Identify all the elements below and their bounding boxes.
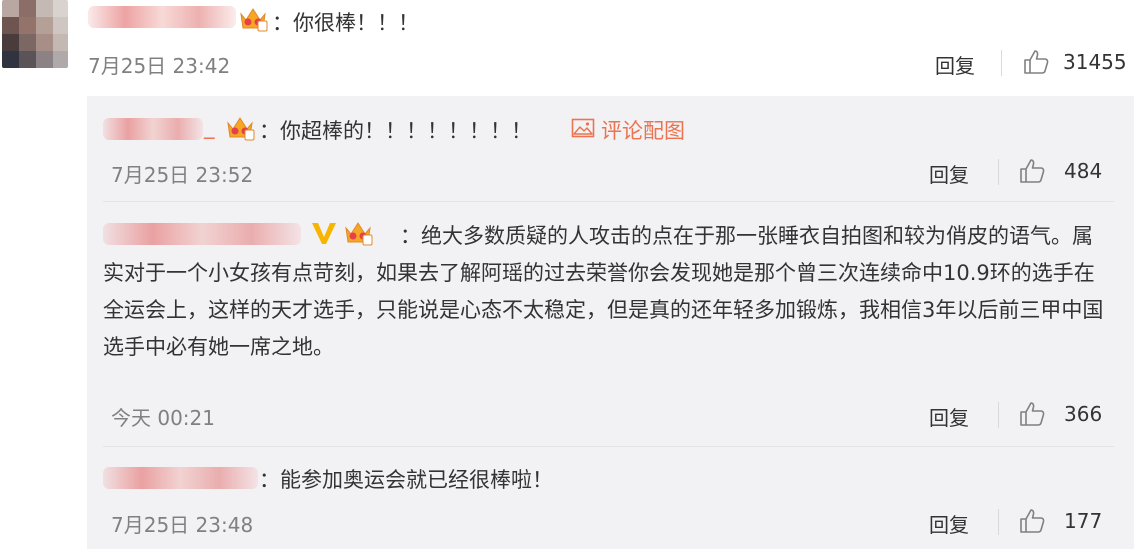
comment-timestamp: 7月25日 23:42 [88, 54, 231, 78]
username-blurred[interactable] [103, 467, 258, 489]
crown-badge-icon [240, 8, 268, 32]
username-blurred[interactable] [88, 6, 236, 28]
reply-text: ：绝大多数质疑的人攻击的点在于那一张睡衣自拍图和较为俏皮的语气。属实对于一个小女… [103, 224, 1104, 359]
reply-timestamp: 7月25日 23:48 [111, 513, 254, 537]
username-blurred[interactable] [103, 118, 203, 140]
reply-timestamp: 今天 00:21 [111, 406, 215, 430]
reply-button[interactable]: 回复 [935, 50, 975, 79]
comment-text: ：你很棒！！！ [272, 11, 419, 35]
like-count[interactable]: 31455 [1063, 50, 1127, 74]
reply-timestamp: 7月25日 23:52 [111, 163, 254, 187]
divider [998, 402, 999, 428]
reply-text: ：你超棒的！！！！！！！！ [259, 119, 532, 143]
reply-button[interactable]: 回复 [929, 159, 969, 188]
like-count[interactable]: 366 [1064, 402, 1102, 426]
thumbs-up-icon[interactable] [1018, 507, 1046, 535]
divider [1001, 50, 1002, 76]
crown-badge-icon [227, 117, 255, 141]
thumbs-up-icon[interactable] [1018, 157, 1046, 185]
username-tail[interactable]: _ [204, 115, 215, 139]
thumbs-up-icon[interactable] [1018, 400, 1046, 428]
thumbs-up-icon[interactable] [1022, 48, 1050, 76]
image-icon[interactable] [571, 118, 595, 138]
reply-button[interactable]: 回复 [929, 509, 969, 538]
avatar[interactable] [2, 0, 68, 68]
like-count[interactable]: 484 [1064, 159, 1102, 183]
reply-text: ：能参加奥运会就已经很棒啦！ [259, 468, 553, 492]
like-count[interactable]: 177 [1064, 509, 1102, 533]
reply-button[interactable]: 回复 [929, 402, 969, 431]
divider [998, 509, 999, 535]
reply-divider [103, 446, 1114, 447]
comment-image-link[interactable]: 评论配图 [601, 115, 685, 145]
reply-divider [103, 201, 1114, 202]
divider [998, 159, 999, 185]
